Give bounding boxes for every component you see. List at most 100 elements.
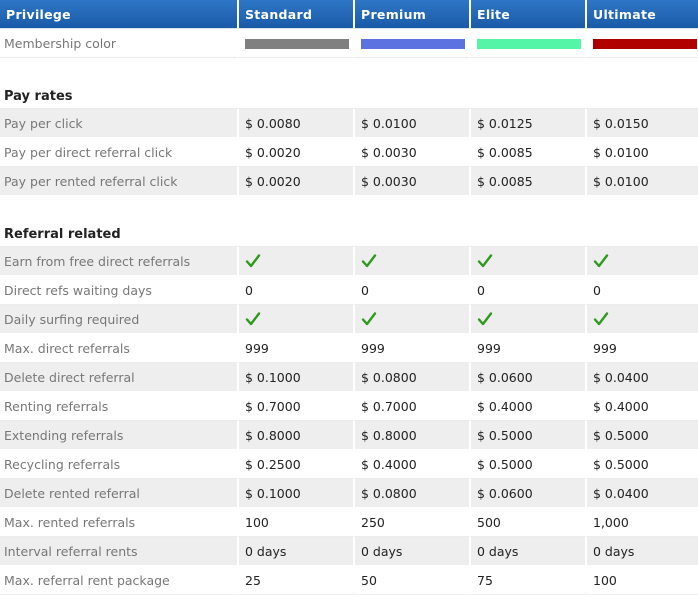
cell-elite: $ 0.5000	[469, 450, 585, 479]
cell-premium	[353, 305, 469, 334]
table-row: Max. referral rent package 25 50 75 100	[0, 566, 698, 595]
check-icon	[593, 253, 609, 269]
cell-premium: 0	[353, 276, 469, 305]
cell-standard: $ 0.7000	[237, 392, 353, 421]
section-referral-related: Referral related	[0, 218, 698, 247]
header-standard: Standard	[237, 0, 353, 29]
cell-elite: $ 0.0085	[469, 167, 585, 196]
header-premium: Premium	[353, 0, 469, 29]
cell-ultimate: $ 0.0100	[585, 167, 698, 196]
cell-standard: $ 0.2500	[237, 450, 353, 479]
cell-elite: 75	[469, 566, 585, 595]
cell-elite: 500	[469, 508, 585, 537]
cell-standard	[237, 247, 353, 276]
cell-ultimate: $ 0.0100	[585, 138, 698, 167]
cell-elite: 0 days	[469, 537, 585, 566]
row-label: Max. referral rent package	[0, 566, 237, 595]
cell-elite	[469, 247, 585, 276]
row-label: Max. direct referrals	[0, 334, 237, 363]
color-swatch-ultimate	[593, 39, 697, 49]
row-label: Max. rented referrals	[0, 508, 237, 537]
cell-premium: $ 0.7000	[353, 392, 469, 421]
table-row: Max. rented referrals 100 250 500 1,000	[0, 508, 698, 537]
row-label: Interval referral rents	[0, 537, 237, 566]
table-row: Pay per direct referral click $ 0.0020 $ 0…	[0, 138, 698, 167]
cell-premium: $ 0.0030	[353, 138, 469, 167]
cell-elite: $ 0.0125	[469, 109, 585, 138]
table-row: Renting referrals $ 0.7000 $ 0.7000 $ 0.400…	[0, 392, 698, 421]
cell-ultimate: 0 days	[585, 537, 698, 566]
cell-standard: 0 days	[237, 537, 353, 566]
cell-premium: 999	[353, 334, 469, 363]
cell-ultimate: $ 0.0150	[585, 109, 698, 138]
row-label: Pay per click	[0, 109, 237, 138]
table-row: Recycling referrals $ 0.2500 $ 0.4000 $ 0.5…	[0, 450, 698, 479]
cell-standard: 0	[237, 276, 353, 305]
check-icon	[245, 311, 261, 327]
cell-elite: $ 0.0600	[469, 479, 585, 508]
cell-ultimate	[585, 305, 698, 334]
cell-standard: 25	[237, 566, 353, 595]
cell-standard	[237, 305, 353, 334]
cell-elite: $ 0.4000	[469, 392, 585, 421]
row-label: Pay per rented referral click	[0, 167, 237, 196]
cell-premium: 50	[353, 566, 469, 595]
table-row: Earn from free direct referrals	[0, 247, 698, 276]
cell-standard: $ 0.0020	[237, 167, 353, 196]
cell-premium: 250	[353, 508, 469, 537]
cell-ultimate: 100	[585, 566, 698, 595]
row-label: Extending referrals	[0, 421, 237, 450]
table-row: Max. direct referrals 999 999 999 999	[0, 334, 698, 363]
section-title: Pay rates	[0, 80, 698, 109]
cell-ultimate	[585, 247, 698, 276]
table-row: Extending referrals $ 0.8000 $ 0.8000 $ 0.5…	[0, 421, 698, 450]
cell-premium: $ 0.4000	[353, 450, 469, 479]
cell-standard: $ 0.8000	[237, 421, 353, 450]
row-label: Direct refs waiting days	[0, 276, 237, 305]
check-icon	[477, 253, 493, 269]
cell-premium	[353, 247, 469, 276]
check-icon	[361, 253, 377, 269]
color-swatch-elite	[477, 39, 581, 49]
cell-ultimate: 0	[585, 276, 698, 305]
spacer	[0, 196, 698, 218]
cell-premium: $ 0.0100	[353, 109, 469, 138]
cell-standard: 999	[237, 334, 353, 363]
row-label: Delete direct referral	[0, 363, 237, 392]
header-row: Privilege Standard Premium Elite Ultimat…	[0, 0, 698, 29]
cell-premium: 0 days	[353, 537, 469, 566]
cell-elite: $ 0.0085	[469, 138, 585, 167]
table-row: Pay per click $ 0.0080 $ 0.0100 $ 0.0125 $ 0…	[0, 109, 698, 138]
table-row: Pay per rented referral click $ 0.0020 $ 0…	[0, 167, 698, 196]
section-title: Referral related	[0, 218, 698, 247]
row-label: Delete rented referral	[0, 479, 237, 508]
cell-elite: $ 0.5000	[469, 421, 585, 450]
cell-ultimate: $ 0.0400	[585, 479, 698, 508]
cell-elite: 999	[469, 334, 585, 363]
cell-standard: $ 0.0020	[237, 138, 353, 167]
table-row: Direct refs waiting days 0 0 0 0	[0, 276, 698, 305]
cell-standard: $ 0.1000	[237, 363, 353, 392]
cell-elite	[469, 305, 585, 334]
check-icon	[477, 311, 493, 327]
table-row: Daily surfing required	[0, 305, 698, 334]
row-label: Recycling referrals	[0, 450, 237, 479]
cell-ultimate: $ 0.5000	[585, 421, 698, 450]
cell-ultimate: $ 0.5000	[585, 450, 698, 479]
cell-premium: $ 0.0030	[353, 167, 469, 196]
header-privilege: Privilege	[0, 0, 237, 29]
color-swatch-premium	[361, 39, 465, 49]
table-row: Interval referral rents 0 days 0 days 0 day…	[0, 537, 698, 566]
row-label: Membership color	[0, 29, 237, 58]
header-ultimate: Ultimate	[585, 0, 698, 29]
check-icon	[245, 253, 261, 269]
color-swatch-standard	[245, 39, 349, 49]
table-row: Delete direct referral $ 0.1000 $ 0.0800 $ …	[0, 363, 698, 392]
row-label: Daily surfing required	[0, 305, 237, 334]
cell-premium: $ 0.0800	[353, 363, 469, 392]
cell-premium: $ 0.8000	[353, 421, 469, 450]
section-pay-rates: Pay rates	[0, 80, 698, 109]
cell-premium: $ 0.0800	[353, 479, 469, 508]
cell-elite: 0	[469, 276, 585, 305]
row-label: Earn from free direct referrals	[0, 247, 237, 276]
